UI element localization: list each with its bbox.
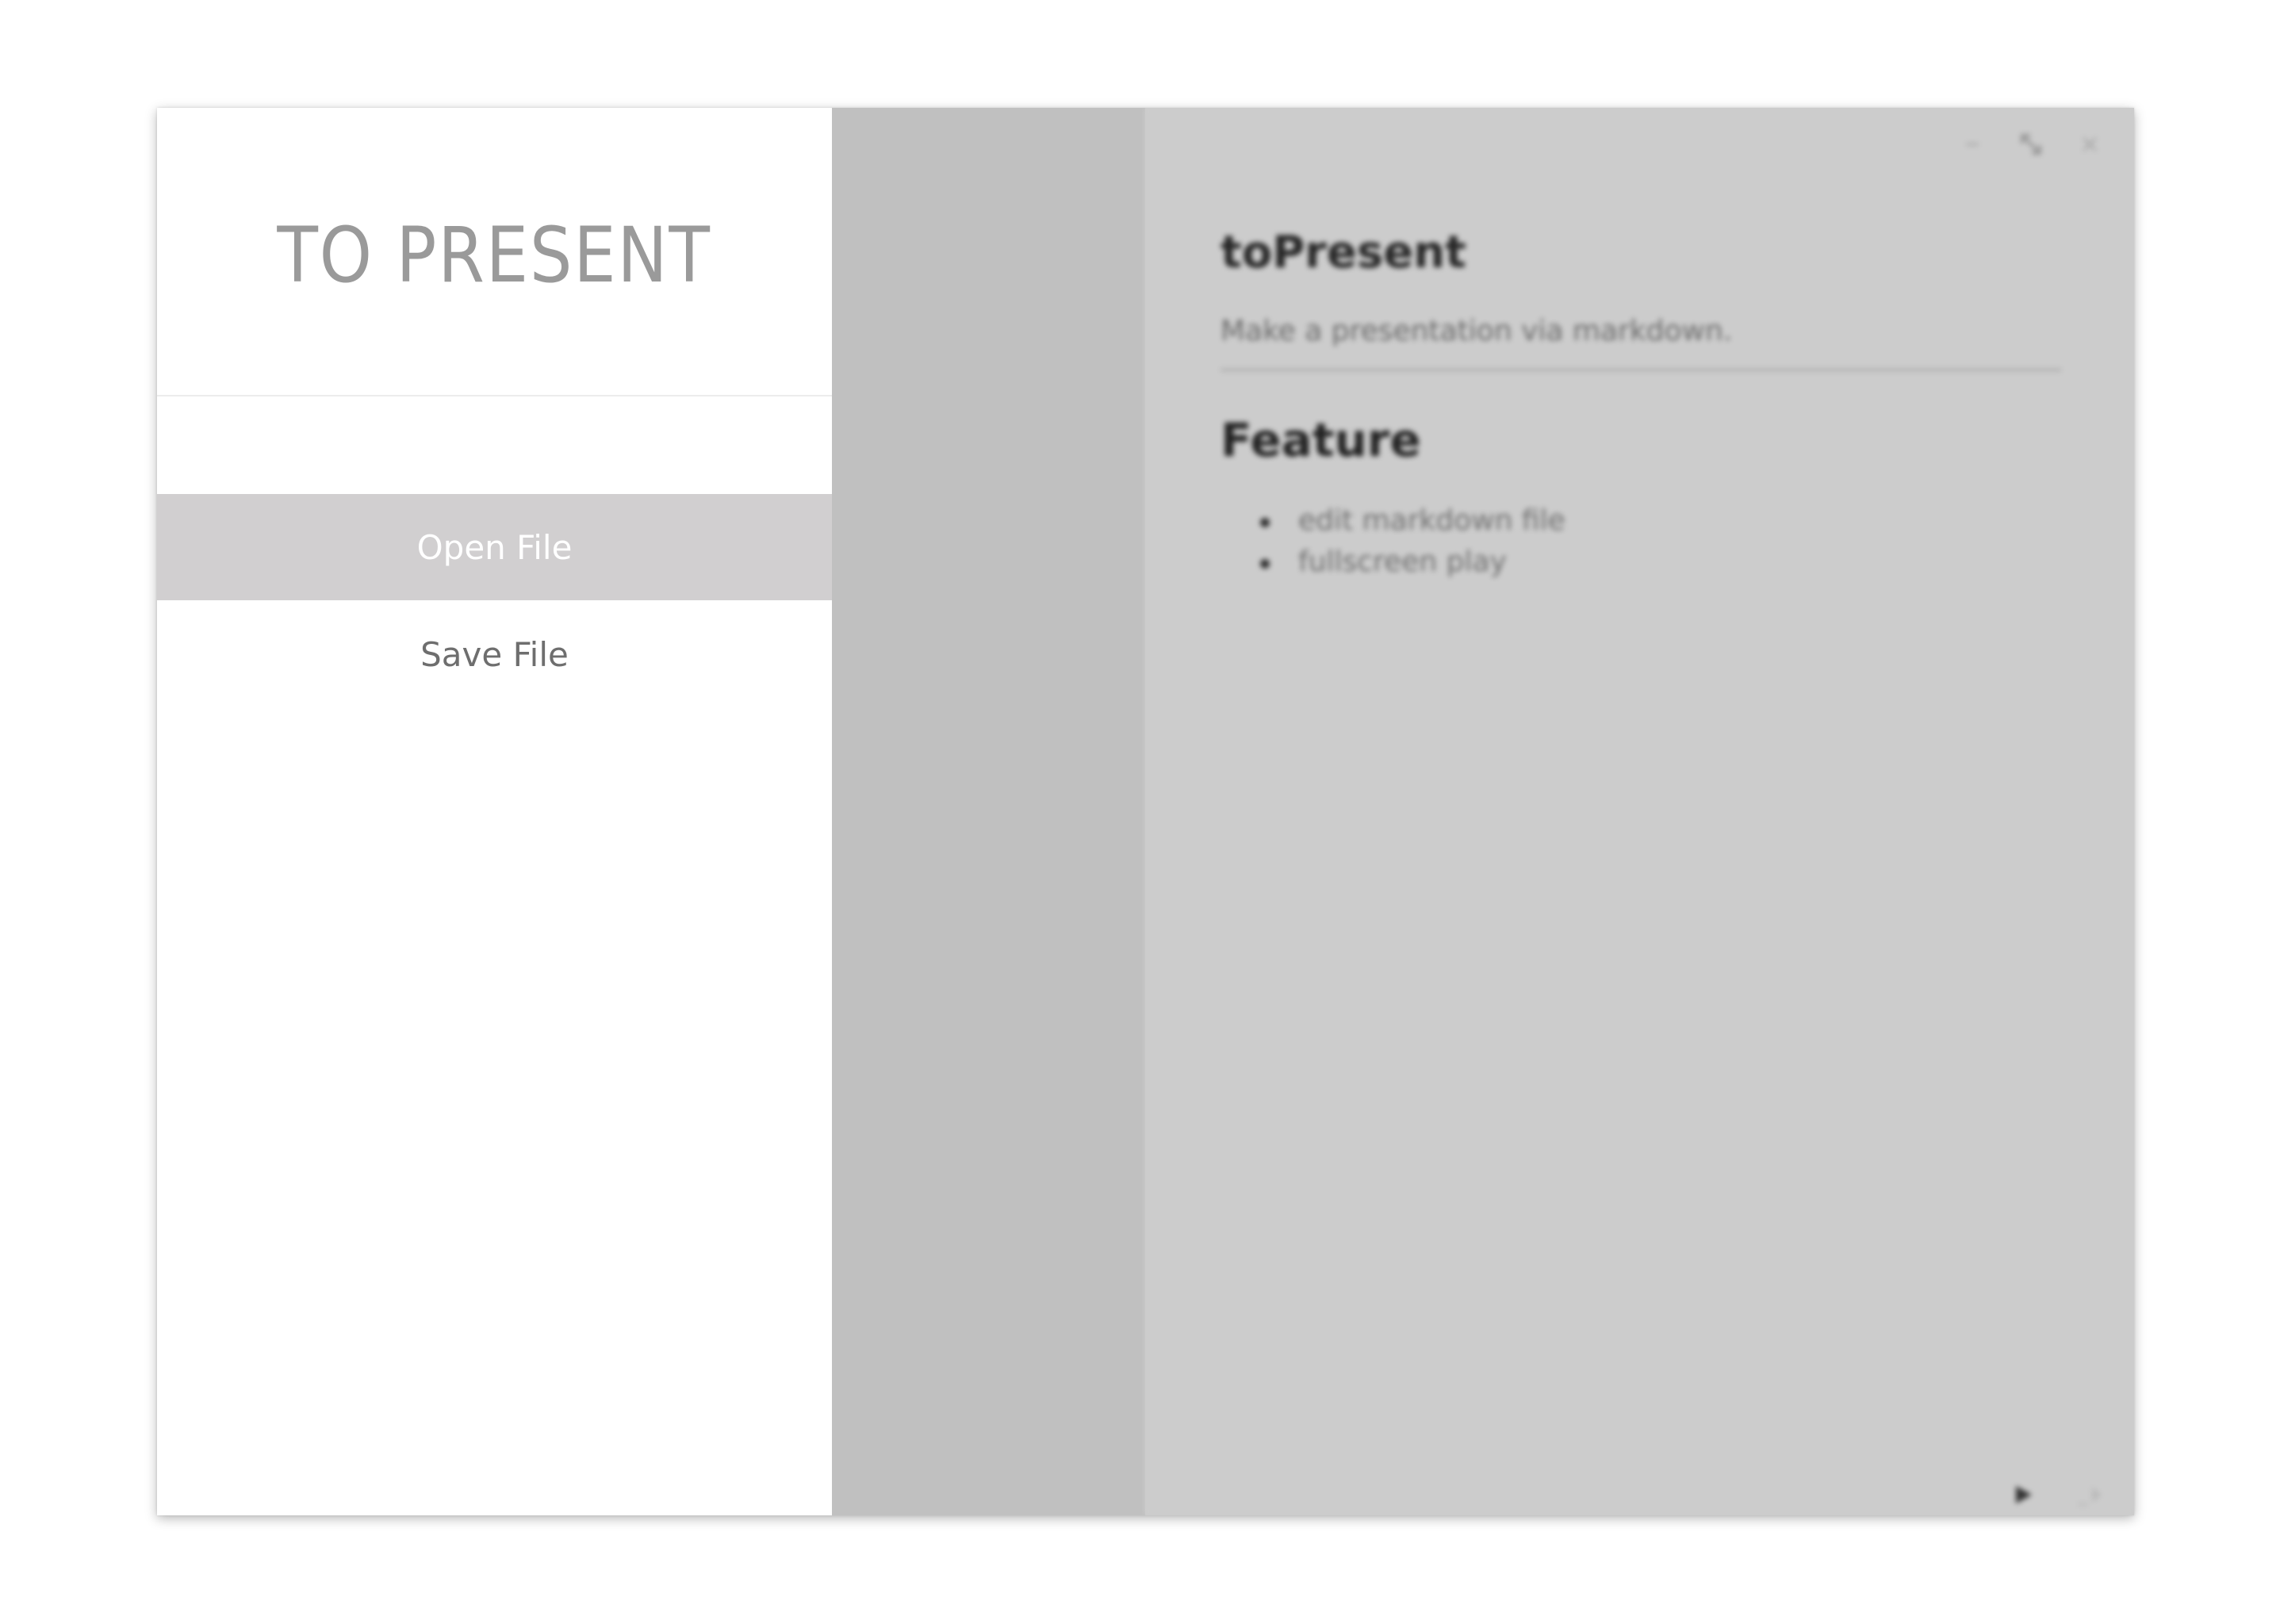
maximize-icon[interactable] bbox=[2015, 128, 2047, 160]
fullscreen-play-icon[interactable] bbox=[2074, 1479, 2106, 1511]
app-window: TO PRESENT Open File Save File toPresent… bbox=[157, 108, 2134, 1515]
playback-controls bbox=[2007, 1479, 2106, 1511]
preview-divider bbox=[1221, 368, 2061, 372]
preview-title: toPresent bbox=[1221, 227, 1466, 278]
preview-description: Make a presentation via markdown. bbox=[1221, 315, 1733, 347]
section-heading: Feature bbox=[1221, 413, 1421, 467]
open-file-button[interactable]: Open File bbox=[157, 494, 832, 600]
list-item: edit markdown file bbox=[1221, 500, 2061, 542]
markdown-editor-pane[interactable] bbox=[832, 108, 1145, 1515]
sidebar: TO PRESENT Open File Save File bbox=[157, 108, 832, 1515]
preview-content: toPresent Make a presentation via markdo… bbox=[1221, 227, 2061, 583]
close-icon[interactable] bbox=[2074, 128, 2106, 160]
minimize-icon[interactable] bbox=[1956, 128, 1988, 160]
brand-header: TO PRESENT bbox=[157, 108, 832, 396]
list-item: fullscreen play bbox=[1221, 542, 2061, 583]
window-controls bbox=[1956, 128, 2106, 160]
brand-title: TO PRESENT bbox=[277, 211, 712, 300]
preview-pane: toPresent Make a presentation via markdo… bbox=[1145, 108, 2134, 1515]
save-file-button[interactable]: Save File bbox=[157, 601, 832, 707]
feature-list: edit markdown file fullscreen play bbox=[1221, 500, 2061, 583]
play-icon[interactable] bbox=[2007, 1479, 2039, 1511]
